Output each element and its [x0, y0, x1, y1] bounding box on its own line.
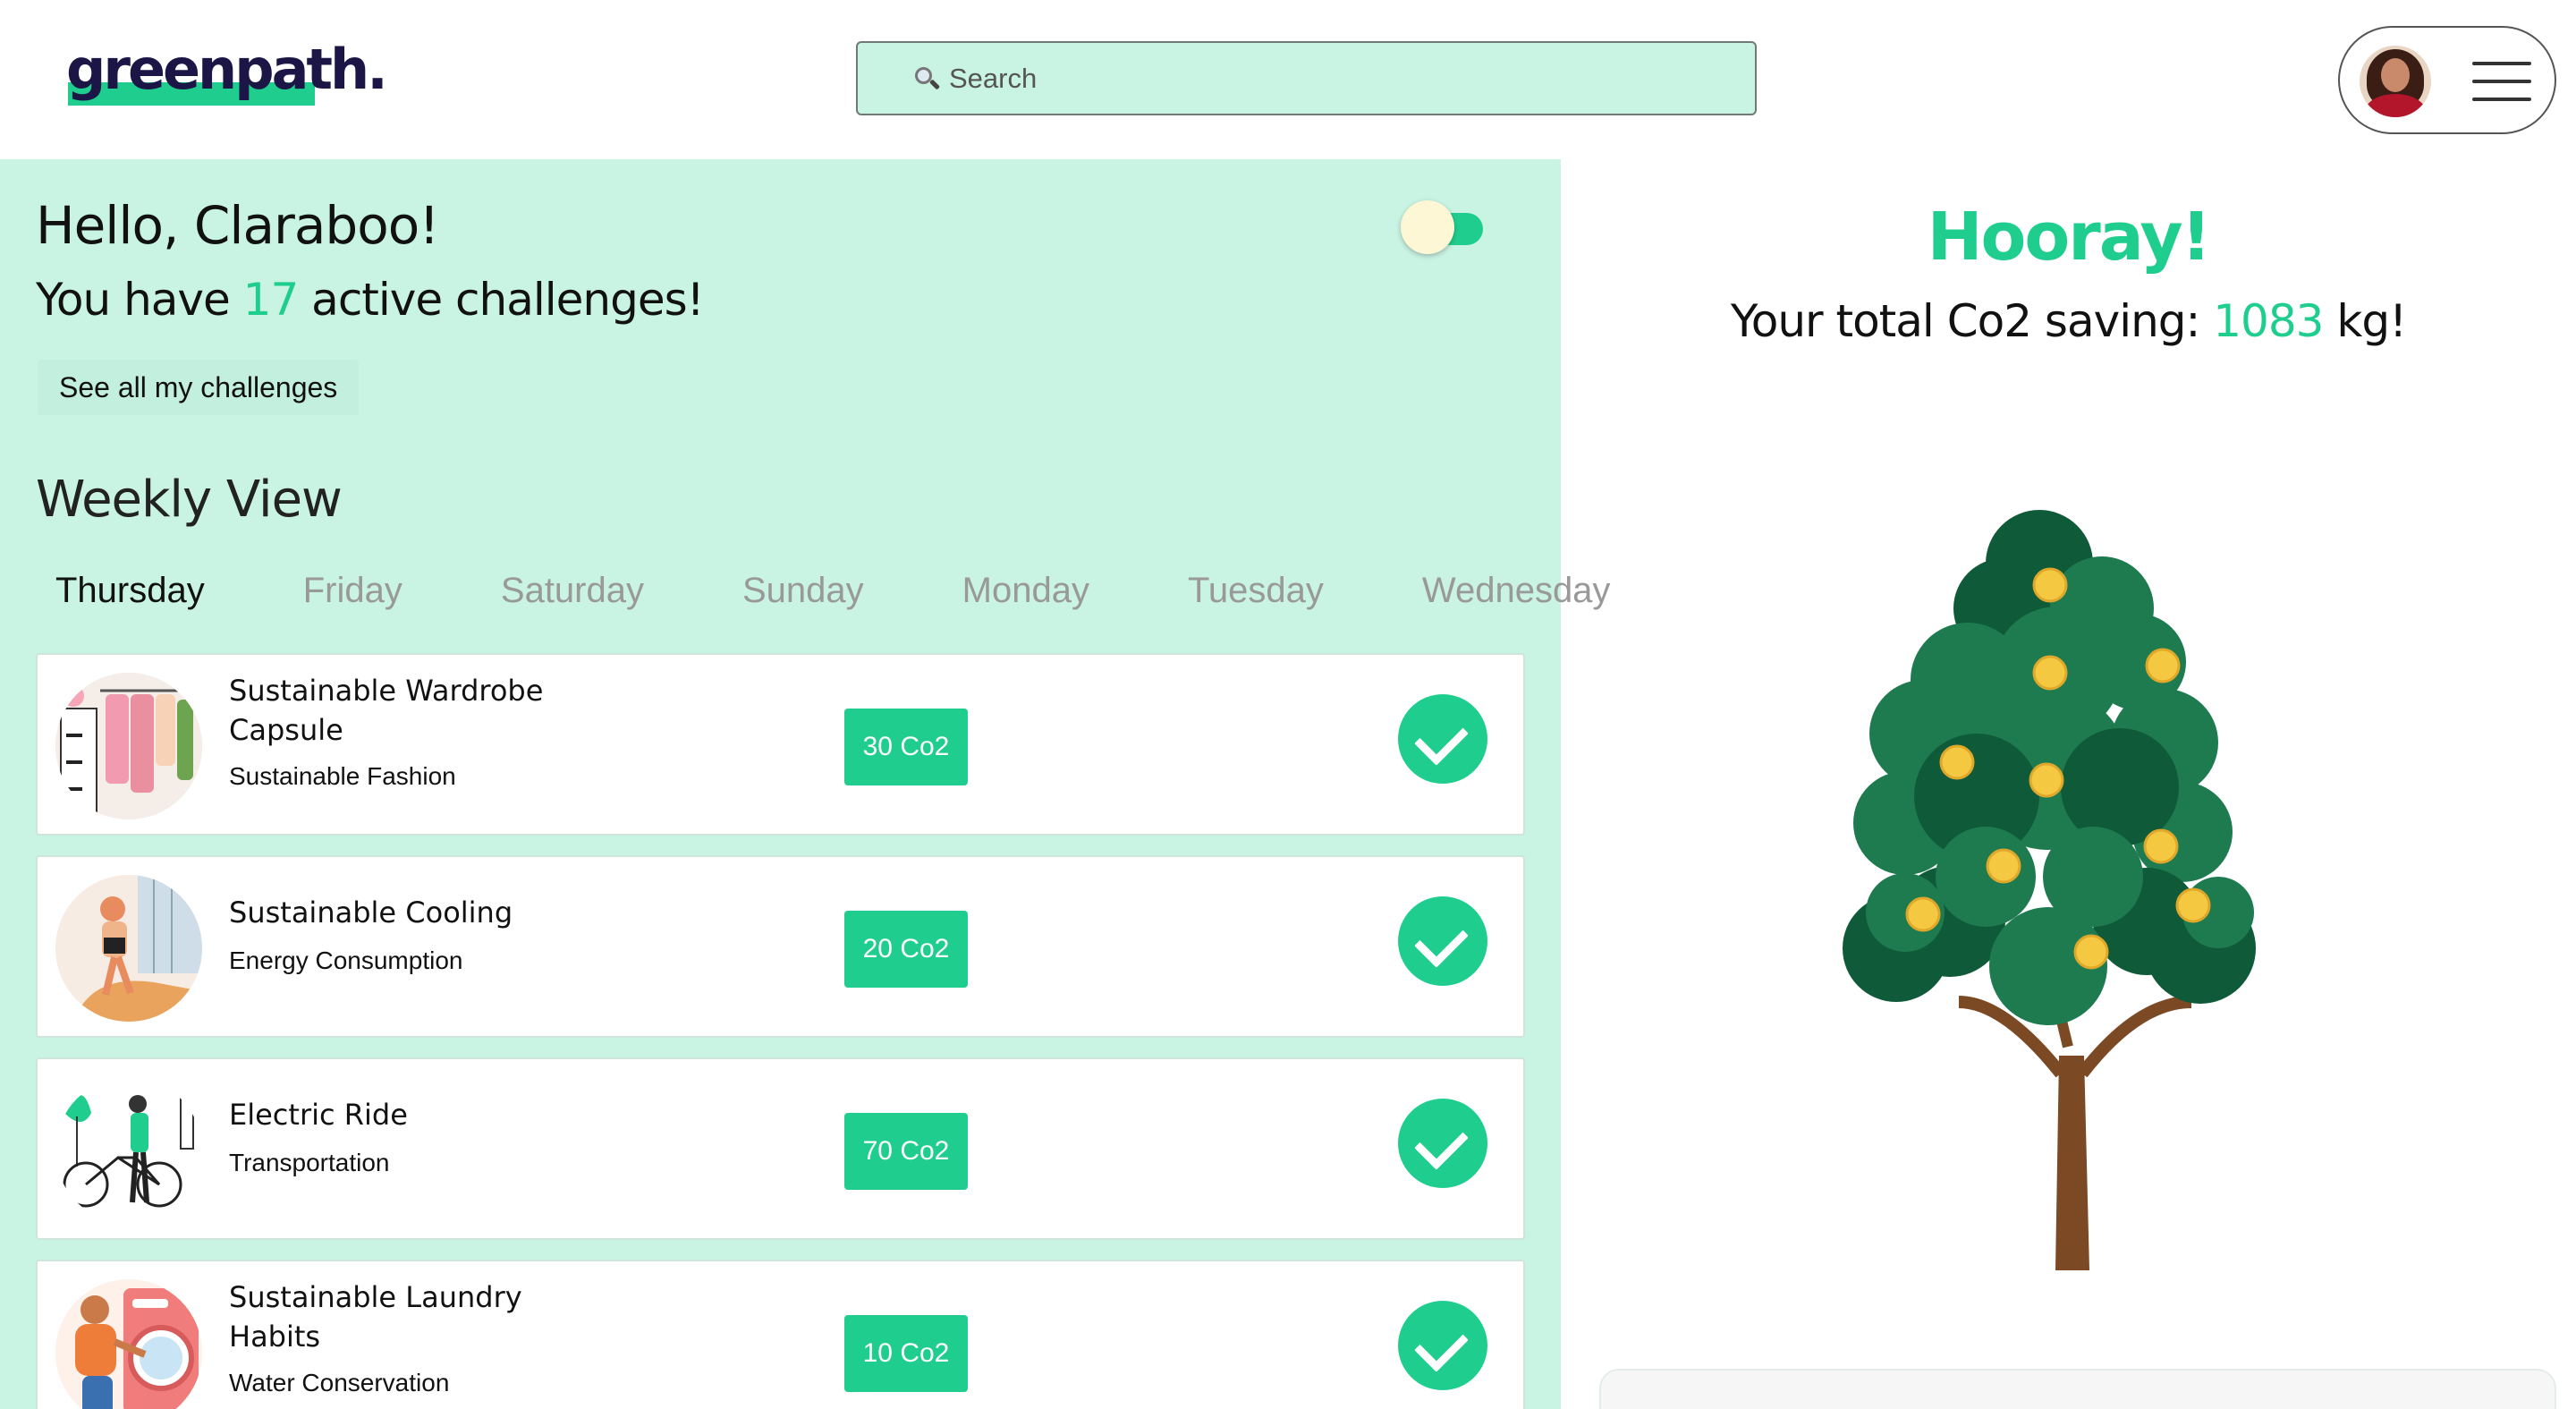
- check-icon[interactable]: [1398, 1301, 1487, 1390]
- money-tree-illustration: [1825, 501, 2326, 1270]
- challenge-card[interactable]: Sustainable Laundry Habits Water Conserv…: [36, 1260, 1525, 1409]
- active-suffix: active challenges!: [298, 274, 705, 326]
- search-input[interactable]: Search: [949, 63, 1037, 95]
- co2-badge: 70 Co2: [844, 1113, 968, 1190]
- tab-friday[interactable]: Friday: [284, 571, 422, 624]
- logo-text: greenpath.: [66, 37, 388, 102]
- laundry-illustration: [55, 1279, 202, 1409]
- tab-tuesday[interactable]: Tuesday: [1168, 571, 1343, 624]
- challenge-title: Sustainable Laundry Habits: [229, 1280, 522, 1354]
- wardrobe-illustration: [55, 673, 202, 819]
- active-count: 17: [242, 274, 300, 326]
- tab-monday[interactable]: Monday: [943, 571, 1109, 624]
- greenpath-logo[interactable]: greenpath.: [66, 32, 388, 113]
- see-all-challenges-button[interactable]: See all my challenges: [38, 360, 360, 415]
- check-icon[interactable]: [1398, 896, 1487, 986]
- challenge-card[interactable]: Sustainable Wardrobe Capsule Sustainable…: [36, 653, 1525, 836]
- total-co2-saving: Your total Co2 saving: 1083 kg!: [1561, 295, 2576, 347]
- saving-prefix: Your total Co2 saving:: [1730, 295, 2214, 347]
- user-menu-pill[interactable]: [2338, 26, 2556, 134]
- challenge-title: Sustainable Wardrobe Capsule: [229, 674, 544, 747]
- tab-sunday[interactable]: Sunday: [723, 571, 884, 624]
- co2-badge: 10 Co2: [844, 1315, 968, 1392]
- challenge-category: Water Conservation: [229, 1369, 450, 1396]
- check-icon[interactable]: [1398, 1099, 1487, 1188]
- saving-suffix: kg!: [2323, 295, 2407, 347]
- challenge-title: Sustainable Cooling: [229, 895, 513, 929]
- co2-badge: 20 Co2: [844, 911, 968, 988]
- theme-toggle[interactable]: [1401, 200, 1483, 254]
- challenge-category: Energy Consumption: [229, 946, 463, 974]
- challenge-card[interactable]: Sustainable Cooling Energy Consumption 2…: [36, 855, 1525, 1038]
- active-prefix: You have: [36, 274, 243, 326]
- challenge-title: Electric Ride: [229, 1098, 408, 1132]
- co2-badge: 30 Co2: [844, 709, 968, 785]
- toggle-knob: [1401, 200, 1454, 254]
- level-info-card[interactable]: [1599, 1369, 2556, 1409]
- challenge-category: Sustainable Fashion: [229, 762, 456, 790]
- search-bar[interactable]: Search: [856, 41, 1757, 115]
- active-challenges-line: You have 17 active challenges!: [36, 274, 705, 326]
- challenge-category: Transportation: [229, 1149, 390, 1176]
- weekday-tabs: Thursday Friday Saturday Sunday Monday T…: [36, 571, 1689, 624]
- search-icon: [913, 65, 941, 92]
- avatar[interactable]: [2360, 46, 2431, 117]
- challenges-panel: Hello, Claraboo! You have 17 active chal…: [0, 159, 1610, 1409]
- greeting-heading: Hello, Claraboo!: [36, 195, 439, 256]
- hamburger-menu-icon[interactable]: [2472, 62, 2531, 103]
- electric-ride-illustration: [55, 1077, 202, 1224]
- check-icon[interactable]: [1398, 694, 1487, 784]
- weekly-view-heading: Weekly View: [36, 471, 343, 529]
- saving-value: 1083: [2213, 295, 2324, 347]
- tab-wednesday[interactable]: Wednesday: [1402, 571, 1631, 624]
- tab-thursday[interactable]: Thursday: [36, 571, 225, 624]
- tab-saturday[interactable]: Saturday: [481, 571, 664, 624]
- cooling-illustration: [55, 875, 202, 1022]
- hooray-heading: Hooray!: [1927, 199, 2212, 276]
- top-header: greenpath. Search: [0, 0, 2576, 159]
- challenge-card[interactable]: Electric Ride Transportation 70 Co2: [36, 1057, 1525, 1240]
